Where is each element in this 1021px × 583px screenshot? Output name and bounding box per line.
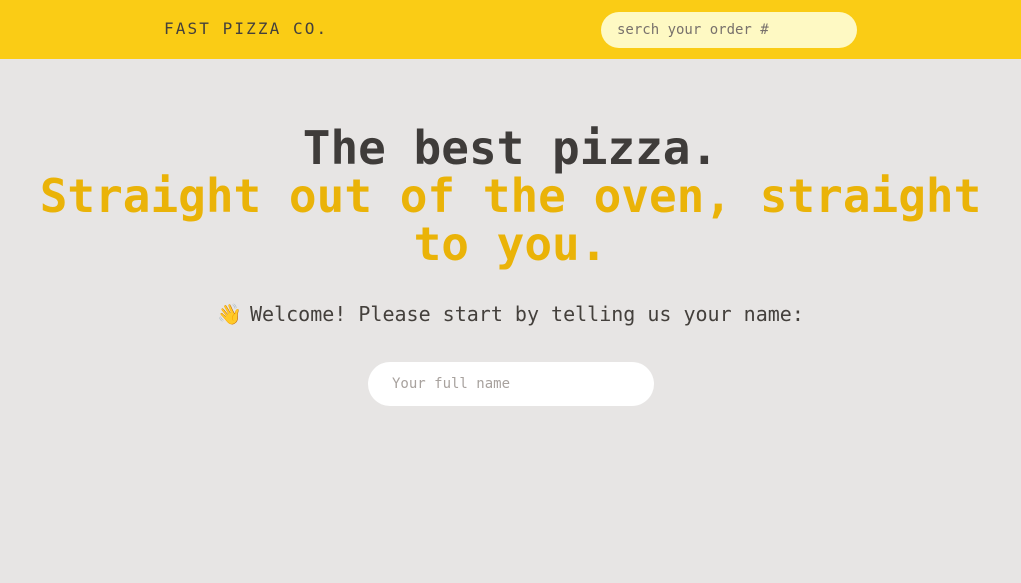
waving-hand-icon: 👋 xyxy=(217,302,242,326)
hero-line-primary: The best pizza. xyxy=(302,121,719,175)
hero-heading: The best pizza. Straight out of the oven… xyxy=(0,124,1021,268)
logo-link[interactable]: FAST PIZZA CO. xyxy=(164,19,328,38)
welcome-text: Welcome! Please start by telling us your… xyxy=(250,302,804,326)
order-search-input[interactable] xyxy=(601,12,857,48)
full-name-input[interactable] xyxy=(368,362,654,406)
welcome-message: 👋 Welcome! Please start by telling us you… xyxy=(0,302,1021,326)
app-header: FAST PIZZA CO. xyxy=(0,0,1021,60)
hero-line-accent: Straight out of the oven, straight to yo… xyxy=(39,169,982,271)
